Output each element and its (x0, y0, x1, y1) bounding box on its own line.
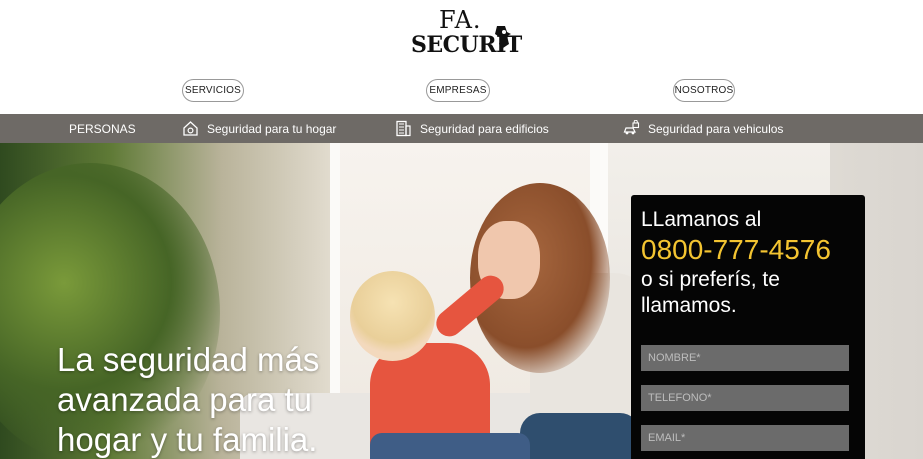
headline-line-2: avanzada para tu (57, 381, 313, 418)
logo-top-text: FA. (439, 6, 482, 34)
callbox-phone-number[interactable]: 0800-777-4576 (641, 233, 855, 267)
hero-headline: La seguridad más avanzada para tu hogar … (57, 340, 377, 459)
name-input[interactable] (641, 345, 849, 371)
email-input[interactable] (641, 425, 849, 451)
hero-section: La seguridad más avanzada para tu hogar … (0, 143, 923, 459)
subnav-personas-label: PERSONAS (69, 121, 136, 136)
subnav-edificios-label: Seguridad para edificios (420, 121, 549, 136)
site-header: FA. SECURIT SERVICIOS EMPRESAS NOSOTROS (0, 0, 923, 114)
brand-logo[interactable]: FA. SECURIT (411, 6, 522, 58)
secondary-nav: PERSONAS Seguridad para tu hogar Segurid… (0, 114, 923, 143)
home-shield-icon (183, 121, 198, 136)
headline-line-1: La seguridad más (57, 341, 320, 378)
subnav-vehiculos-label: Seguridad para vehiculos (648, 121, 784, 136)
callbox-line-3: llamamos. (641, 294, 737, 317)
hero-mother-legs (520, 413, 640, 459)
subnav-vehiculos[interactable]: Seguridad para vehiculos (623, 114, 783, 143)
callbox-line-1: LLamanos al (641, 208, 762, 231)
subnav-edificios[interactable]: Seguridad para edificios (395, 114, 549, 143)
headline-line-3: hogar y tu familia. (57, 421, 318, 458)
nav-empresas-button[interactable]: EMPRESAS (426, 79, 490, 102)
nav-servicios-button[interactable]: SERVICIOS (182, 79, 244, 102)
contact-callbox: LLamanos al 0800-777-4576 o si preferís,… (631, 195, 865, 459)
key-icon (495, 26, 511, 48)
subnav-hogar[interactable]: Seguridad para tu hogar (182, 114, 336, 143)
subnav-hogar-label: Seguridad para tu hogar (207, 121, 337, 136)
subnav-personas[interactable]: PERSONAS (69, 114, 136, 143)
nav-nosotros-button[interactable]: NOSOTROS (673, 79, 735, 102)
callbox-line-2: o si preferís, te (641, 268, 780, 291)
phone-input[interactable] (641, 385, 849, 411)
hero-child-jeans (370, 433, 530, 459)
car-lock-icon (623, 120, 640, 135)
building-icon (396, 120, 411, 137)
